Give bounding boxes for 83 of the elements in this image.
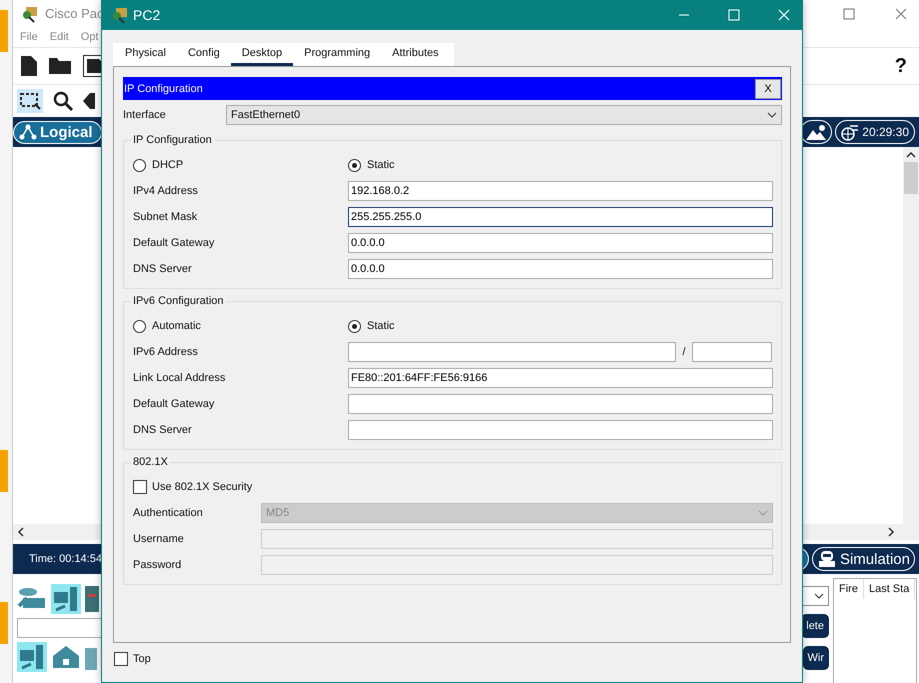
window-title: PC2 bbox=[133, 7, 160, 23]
pc-icon[interactable] bbox=[17, 642, 47, 672]
tab[interactable]: Desktop bbox=[230, 43, 294, 66]
menu-item[interactable]: Edit bbox=[50, 31, 69, 43]
select-icon[interactable] bbox=[17, 89, 43, 113]
radio-label: Automatic bbox=[152, 320, 201, 332]
folder-icon[interactable] bbox=[49, 58, 71, 74]
field-label: Default Gateway bbox=[133, 237, 216, 249]
field-label: DNS Server bbox=[133, 424, 193, 436]
field-label: Authentication bbox=[133, 507, 204, 519]
chevron-icon bbox=[814, 593, 824, 599]
globe-icon bbox=[841, 123, 860, 141]
close-icon[interactable] bbox=[895, 8, 907, 20]
menu-item[interactable]: Opt bbox=[80, 31, 98, 43]
field-label: Interface bbox=[123, 109, 167, 121]
panel-title: IP Configuration bbox=[123, 82, 203, 94]
maximize-icon[interactable] bbox=[843, 8, 855, 20]
new-file-icon[interactable] bbox=[21, 56, 37, 76]
time-label: Time: 00:14:54 bbox=[28, 553, 102, 565]
radio-label: Static bbox=[367, 320, 395, 332]
field-label: Link Local Address bbox=[133, 372, 226, 384]
vertical-scrollbar[interactable] bbox=[903, 147, 919, 524]
radio-button[interactable] bbox=[348, 320, 361, 332]
checkbox[interactable] bbox=[114, 652, 128, 666]
group-title: IP Configuration bbox=[132, 134, 213, 146]
field-label: DNS Server bbox=[133, 263, 193, 275]
input-field[interactable]: 0.0.0.0 bbox=[348, 233, 773, 253]
checkbox-label: Use 802.1X Security bbox=[152, 481, 252, 493]
input-field[interactable] bbox=[348, 394, 773, 414]
landscape-icon bbox=[806, 124, 826, 140]
network-icon bbox=[19, 124, 37, 140]
house-icon[interactable] bbox=[51, 644, 81, 670]
tab[interactable]: Config bbox=[176, 43, 231, 66]
pc-icon[interactable] bbox=[51, 584, 81, 614]
scroll-up-icon[interactable] bbox=[906, 152, 916, 158]
field-label: Username bbox=[133, 533, 185, 545]
chevron-icon bbox=[758, 510, 768, 516]
column-header[interactable]: Last Sta bbox=[864, 579, 916, 599]
help-button[interactable]: ? bbox=[894, 54, 907, 78]
tab[interactable]: Attributes bbox=[381, 43, 450, 66]
close-button[interactable]: X bbox=[755, 78, 781, 98]
chevron-icon bbox=[767, 112, 777, 118]
field-label: Password bbox=[133, 559, 182, 571]
input-field[interactable]: 0.0.0.0 bbox=[348, 259, 773, 279]
scrollbar-thumb[interactable] bbox=[904, 162, 918, 194]
menu-item[interactable]: File bbox=[20, 31, 38, 43]
column-header[interactable]: Fire bbox=[834, 579, 864, 599]
input-field[interactable]: 255.255.255.0 bbox=[348, 207, 773, 227]
scroll-right-icon[interactable] bbox=[887, 527, 895, 537]
tab[interactable]: Physical bbox=[114, 43, 177, 66]
prefix-length-field[interactable] bbox=[692, 342, 772, 362]
radio-label: DHCP bbox=[152, 159, 184, 171]
radio-button[interactable] bbox=[133, 158, 146, 172]
app-icon bbox=[111, 6, 129, 24]
group-title: IPv6 Configuration bbox=[132, 295, 224, 307]
simulation-button[interactable]: Simulation bbox=[812, 547, 915, 571]
input-field[interactable] bbox=[348, 420, 773, 440]
input-field[interactable]: FE80::201:64FF:FE56:9166 bbox=[348, 368, 773, 388]
group-title: 802.1X bbox=[132, 456, 169, 468]
radio-button[interactable] bbox=[133, 320, 146, 332]
logical-button[interactable]: Logical bbox=[13, 120, 102, 144]
checkbox[interactable] bbox=[133, 480, 147, 494]
clock-button[interactable]: 20:29:30 bbox=[835, 120, 915, 144]
tab[interactable]: Programming bbox=[293, 43, 382, 66]
delete-icon[interactable] bbox=[83, 93, 95, 109]
radio-button[interactable] bbox=[348, 158, 361, 172]
checkbox-label: Top bbox=[133, 653, 151, 665]
scroll-left-icon[interactable] bbox=[17, 527, 25, 537]
field-label: IPv6 Address bbox=[133, 346, 199, 358]
interface-select[interactable]: FastEthernet0 bbox=[226, 105, 782, 125]
prefix-separator: / bbox=[681, 346, 687, 358]
scenario-button[interactable]: Wir bbox=[802, 646, 829, 670]
scenario-button[interactable]: lete bbox=[801, 614, 829, 638]
radio-label: Static bbox=[367, 159, 395, 171]
field-label: IPv4 Address bbox=[133, 185, 199, 197]
switch-icon[interactable] bbox=[85, 586, 99, 612]
search-icon[interactable] bbox=[53, 91, 73, 111]
robot-icon bbox=[816, 549, 837, 569]
field-label: Default Gateway bbox=[133, 398, 216, 410]
app-icon bbox=[21, 4, 39, 22]
input-field[interactable] bbox=[348, 342, 676, 362]
field-label: Subnet Mask bbox=[133, 211, 198, 223]
input-field[interactable]: 192.168.0.2 bbox=[348, 181, 773, 201]
